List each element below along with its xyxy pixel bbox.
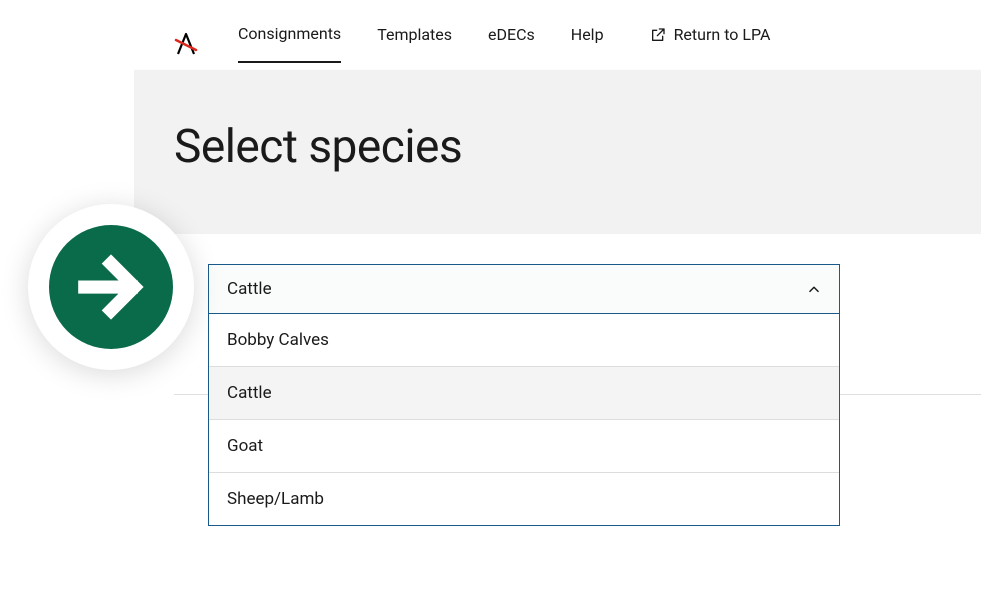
top-nav: Consignments Templates eDECs Help Return… — [134, 0, 981, 70]
species-option[interactable]: Goat — [209, 420, 839, 473]
callout-pointer-circle — [49, 225, 173, 349]
species-option[interactable]: Bobby Calves — [209, 314, 839, 367]
species-dropdown: Bobby Calves Cattle Goat Sheep/Lamb — [208, 314, 840, 526]
title-band: Select species — [134, 70, 981, 234]
species-select: Cattle Bobby Calves Cattle Goat Sheep/La… — [208, 264, 840, 526]
species-option[interactable]: Cattle — [209, 367, 839, 420]
nav-templates[interactable]: Templates — [377, 25, 452, 62]
chevron-up-icon — [807, 282, 821, 296]
nav-return-to-lpa[interactable]: Return to LPA — [650, 25, 771, 62]
external-link-icon — [650, 27, 666, 43]
nav-help[interactable]: Help — [571, 25, 604, 62]
logo-icon — [174, 32, 198, 56]
form-area: Cattle Bobby Calves Cattle Goat Sheep/La… — [134, 234, 981, 556]
nav-consignments[interactable]: Consignments — [238, 24, 341, 63]
arrow-right-icon — [76, 252, 146, 322]
callout-pointer — [28, 204, 194, 370]
nav-return-label: Return to LPA — [674, 25, 771, 44]
species-option[interactable]: Sheep/Lamb — [209, 473, 839, 525]
species-select-toggle[interactable]: Cattle — [208, 264, 840, 314]
species-selected-value: Cattle — [227, 279, 272, 299]
page-wrapper: Consignments Templates eDECs Help Return… — [134, 0, 981, 593]
page-title: Select species — [174, 120, 941, 174]
nav-edecs[interactable]: eDECs — [488, 25, 535, 62]
brand-logo — [174, 32, 198, 56]
nav-items: Consignments Templates eDECs Help Return… — [238, 24, 770, 63]
